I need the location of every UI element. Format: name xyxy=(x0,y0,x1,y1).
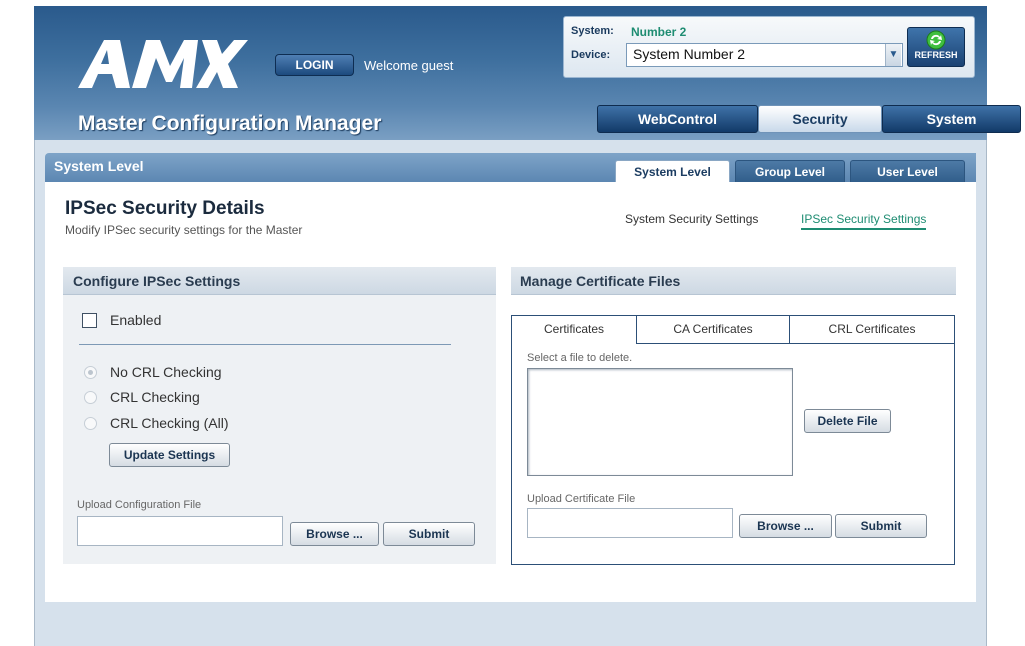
update-settings-button[interactable]: Update Settings xyxy=(109,443,230,467)
system-security-settings-link[interactable]: System Security Settings xyxy=(625,212,758,226)
submit-certificate-button[interactable]: Submit xyxy=(835,514,927,538)
chevron-down-icon[interactable]: ▼ xyxy=(885,44,901,66)
browse-certificate-button[interactable]: Browse ... xyxy=(739,514,832,538)
browse-configuration-button[interactable]: Browse ... xyxy=(290,522,379,546)
upload-certificate-label: Upload Certificate File xyxy=(527,493,636,505)
no-crl-checking-label: No CRL Checking xyxy=(110,364,222,380)
tab-ca-certificates[interactable]: CA Certificates xyxy=(637,316,790,344)
certificate-tab-box: Certificates CA Certificates CRL Certifi… xyxy=(511,315,955,565)
enabled-checkbox[interactable] xyxy=(82,313,97,328)
certificate-file-input[interactable] xyxy=(527,508,733,538)
app-window: LOGIN Welcome guest Master Configuration… xyxy=(0,0,1025,646)
main-tab-bar: WebControl Security System xyxy=(597,105,1021,133)
refresh-label: REFRESH xyxy=(914,50,958,60)
certificate-file-list[interactable] xyxy=(527,368,793,476)
refresh-icon xyxy=(926,30,946,50)
device-select[interactable]: System Number 2 xyxy=(626,43,903,67)
delete-file-button[interactable]: Delete File xyxy=(804,409,891,433)
refresh-button[interactable]: REFRESH xyxy=(907,27,965,67)
app-title: Master Configuration Manager xyxy=(78,112,382,135)
page-body: IPSec Security Details Modify IPSec secu… xyxy=(45,182,976,602)
tab-certificates[interactable]: Certificates xyxy=(512,316,637,344)
submit-configuration-button[interactable]: Submit xyxy=(383,522,475,546)
tab-security[interactable]: Security xyxy=(758,105,882,133)
login-button[interactable]: LOGIN xyxy=(275,54,354,76)
system-value: Number 2 xyxy=(631,25,687,39)
manage-certificates-panel: Manage Certificate Files Certificates CA… xyxy=(511,267,956,567)
level-bar: System Level System Level Group Level Us… xyxy=(45,153,976,184)
level-title: System Level xyxy=(54,158,144,174)
crl-checking-radio[interactable] xyxy=(84,391,97,404)
amx-logo xyxy=(78,40,248,88)
select-file-label: Select a file to delete. xyxy=(527,352,633,364)
certificates-panel-title: Manage Certificate Files xyxy=(520,273,681,289)
configure-ipsec-panel: Configure IPSec Settings Enabled No CRL … xyxy=(63,267,496,564)
crl-checking-all-radio[interactable] xyxy=(84,417,97,430)
configure-panel-header: Configure IPSec Settings xyxy=(63,267,496,295)
tab-webcontrol[interactable]: WebControl xyxy=(597,105,758,133)
no-crl-checking-radio[interactable] xyxy=(84,366,97,379)
tab-system[interactable]: System xyxy=(882,105,1021,133)
configure-panel-title: Configure IPSec Settings xyxy=(73,273,241,289)
system-label: System: xyxy=(571,25,614,37)
page-subtitle: Modify IPSec security settings for the M… xyxy=(65,223,303,237)
welcome-text: Welcome guest xyxy=(364,58,454,73)
configuration-file-input[interactable] xyxy=(77,516,283,546)
page-title: IPSec Security Details xyxy=(65,198,265,219)
ipsec-security-settings-link[interactable]: IPSec Security Settings xyxy=(801,212,927,230)
system-device-panel: System: Number 2 Device: System Number 2… xyxy=(563,16,975,78)
tab-user-level[interactable]: User Level xyxy=(850,160,965,184)
tab-system-level[interactable]: System Level xyxy=(615,160,730,184)
certificates-panel-header: Manage Certificate Files xyxy=(511,267,956,295)
crl-checking-label: CRL Checking xyxy=(110,389,200,405)
device-label: Device: xyxy=(571,49,611,61)
enabled-label: Enabled xyxy=(110,312,162,328)
crl-checking-all-label: CRL Checking (All) xyxy=(110,415,229,431)
divider xyxy=(79,344,451,345)
tab-crl-certificates[interactable]: CRL Certificates xyxy=(790,316,954,344)
tab-group-level[interactable]: Group Level xyxy=(735,160,845,184)
upload-configuration-label: Upload Configuration File xyxy=(77,499,202,511)
